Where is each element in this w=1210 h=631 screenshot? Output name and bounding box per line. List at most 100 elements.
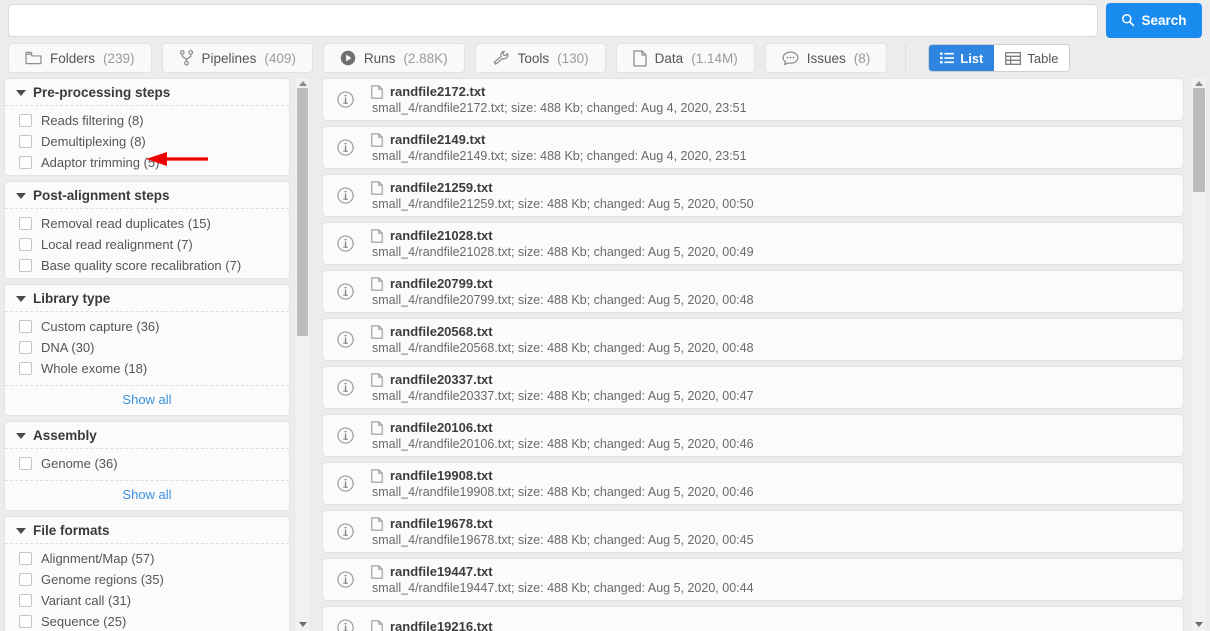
facet-options: Reads filtering (8) Demultiplexing (8) Ada… bbox=[5, 106, 289, 175]
facet-option[interactable]: Variant call (31) bbox=[5, 590, 289, 611]
info-icon[interactable] bbox=[323, 571, 367, 588]
list-item[interactable]: randfile20799.txt small_4/randfile20799.t… bbox=[322, 270, 1184, 313]
list-item[interactable]: randfile2172.txt small_4/randfile2172.txt… bbox=[322, 78, 1184, 121]
file-details: small_4/randfile19447.txt; size: 488 Kb;… bbox=[372, 581, 754, 595]
table-icon bbox=[1005, 51, 1022, 65]
sidebar-scroll-thumb[interactable] bbox=[297, 88, 308, 336]
facet-header-library-type[interactable]: Library type bbox=[5, 285, 289, 312]
search-button[interactable]: Search bbox=[1106, 2, 1202, 38]
results-scroll-up-icon[interactable] bbox=[1195, 81, 1203, 86]
facet-checkbox[interactable] bbox=[19, 573, 32, 586]
facet-header-pre-processing-steps[interactable]: Pre-processing steps bbox=[5, 79, 289, 106]
facet-option[interactable]: Reads filtering (8) bbox=[5, 110, 289, 131]
facet-header-assembly[interactable]: Assembly bbox=[5, 422, 289, 449]
facet-option[interactable]: Custom capture (36) bbox=[5, 316, 289, 337]
info-icon[interactable] bbox=[323, 523, 367, 540]
list-item[interactable]: randfile2149.txt small_4/randfile2149.txt… bbox=[322, 126, 1184, 169]
view-mode-list[interactable]: List bbox=[929, 45, 995, 71]
facet-option-label: Adaptor trimming (5) bbox=[41, 155, 160, 170]
facet-checkbox[interactable] bbox=[19, 341, 32, 354]
facet-checkbox[interactable] bbox=[19, 217, 32, 230]
facet-post-alignment-steps: Post-alignment steps Removal read duplica… bbox=[4, 181, 290, 279]
info-icon[interactable] bbox=[323, 91, 367, 108]
list-item[interactable]: randfile21259.txt small_4/randfile21259.t… bbox=[322, 174, 1184, 217]
tab-tools[interactable]: Tools (130) bbox=[474, 43, 606, 73]
list-item[interactable]: randfile21028.txt small_4/randfile21028.t… bbox=[322, 222, 1184, 265]
facet-checkbox[interactable] bbox=[19, 457, 32, 470]
facet-option[interactable]: Alignment/Map (57) bbox=[5, 548, 289, 569]
info-icon[interactable] bbox=[323, 619, 367, 631]
results-scrollbar[interactable] bbox=[1190, 78, 1206, 631]
tab-runs-count: (2.88K) bbox=[403, 50, 448, 66]
facet-show-all-link[interactable]: Show all bbox=[122, 487, 171, 502]
info-icon[interactable] bbox=[323, 283, 367, 300]
sidebar-scrollbar[interactable] bbox=[294, 78, 309, 631]
list-item[interactable]: randfile20106.txt small_4/randfile20106.t… bbox=[322, 414, 1184, 457]
tab-runs[interactable]: Runs (2.88K) bbox=[322, 43, 465, 73]
list-item[interactable]: randfile20337.txt small_4/randfile20337.t… bbox=[322, 366, 1184, 409]
facet-checkbox[interactable] bbox=[19, 615, 32, 628]
list-item-content: randfile21259.txt small_4/randfile21259.t… bbox=[367, 180, 1183, 211]
facet-checkbox[interactable] bbox=[19, 156, 32, 169]
tab-issues[interactable]: Issues (8) bbox=[764, 43, 888, 73]
facet-option[interactable]: Whole exome (18) bbox=[5, 358, 289, 379]
search-input[interactable] bbox=[8, 3, 1098, 37]
info-icon[interactable] bbox=[323, 475, 367, 492]
info-icon[interactable] bbox=[323, 331, 367, 348]
facet-option[interactable]: Demultiplexing (8) bbox=[5, 131, 289, 152]
facet-option[interactable]: Adaptor trimming (5) bbox=[5, 152, 289, 173]
facet-checkbox[interactable] bbox=[19, 135, 32, 148]
chevron-down-icon[interactable] bbox=[16, 527, 26, 534]
facet-checkbox[interactable] bbox=[19, 362, 32, 375]
info-icon[interactable] bbox=[323, 139, 367, 156]
facet-option[interactable]: Genome regions (35) bbox=[5, 569, 289, 590]
list-icon bbox=[940, 52, 955, 64]
sidebar-scroll-up-icon[interactable] bbox=[299, 81, 307, 86]
facet-title: Pre-processing steps bbox=[33, 85, 171, 100]
tab-folders[interactable]: Folders (239) bbox=[8, 43, 152, 73]
search-page: Search Folders (239) Pipelines (409) Run… bbox=[0, 0, 1210, 631]
list-item[interactable]: randfile20568.txt small_4/randfile20568.t… bbox=[322, 318, 1184, 361]
facet-checkbox[interactable] bbox=[19, 594, 32, 607]
info-icon[interactable] bbox=[323, 379, 367, 396]
facet-checkbox[interactable] bbox=[19, 320, 32, 333]
facet-show-all-wrap: Show all bbox=[5, 385, 289, 415]
list-item[interactable]: randfile19447.txt small_4/randfile19447.t… bbox=[322, 558, 1184, 601]
tab-data-label: Data bbox=[654, 50, 684, 66]
info-icon[interactable] bbox=[323, 235, 367, 252]
facet-option[interactable]: DNA (30) bbox=[5, 337, 289, 358]
facet-option[interactable]: Base quality score recalibration (7) bbox=[5, 255, 289, 276]
tab-data-count: (1.14M) bbox=[691, 50, 738, 66]
chevron-down-icon[interactable] bbox=[16, 295, 26, 302]
chevron-down-icon[interactable] bbox=[16, 432, 26, 439]
results-scroll-down-icon[interactable] bbox=[1195, 622, 1203, 627]
facet-option[interactable]: Local read realignment (7) bbox=[5, 234, 289, 255]
facet-option[interactable]: Removal read duplicates (15) bbox=[5, 213, 289, 234]
file-icon bbox=[371, 324, 383, 339]
sidebar-scroll-down-icon[interactable] bbox=[299, 622, 307, 627]
tab-data[interactable]: Data (1.14M) bbox=[615, 43, 755, 73]
facet-option[interactable]: Genome (36) bbox=[5, 453, 289, 474]
facet-header-post-alignment-steps[interactable]: Post-alignment steps bbox=[5, 182, 289, 209]
list-item-content: randfile20799.txt small_4/randfile20799.t… bbox=[367, 276, 1183, 307]
content-area: Pre-processing steps Reads filtering (8) D… bbox=[0, 76, 1210, 631]
results-scroll-thumb[interactable] bbox=[1193, 88, 1205, 192]
tab-pipelines[interactable]: Pipelines (409) bbox=[161, 43, 313, 73]
facet-checkbox[interactable] bbox=[19, 259, 32, 272]
list-item[interactable]: randfile19216.txt bbox=[322, 606, 1184, 631]
list-item[interactable]: randfile19908.txt small_4/randfile19908.t… bbox=[322, 462, 1184, 505]
list-item-title: randfile20337.txt bbox=[371, 372, 1183, 387]
chevron-down-icon[interactable] bbox=[16, 192, 26, 199]
facet-checkbox[interactable] bbox=[19, 552, 32, 565]
facet-option-label: Custom capture (36) bbox=[41, 319, 160, 334]
facet-header-file-formats[interactable]: File formats bbox=[5, 517, 289, 544]
facet-option[interactable]: Sequence (25) bbox=[5, 611, 289, 631]
list-item[interactable]: randfile19678.txt small_4/randfile19678.t… bbox=[322, 510, 1184, 553]
info-icon[interactable] bbox=[323, 427, 367, 444]
view-mode-table[interactable]: Table bbox=[994, 45, 1070, 71]
info-icon[interactable] bbox=[323, 187, 367, 204]
facet-checkbox[interactable] bbox=[19, 238, 32, 251]
facet-checkbox[interactable] bbox=[19, 114, 32, 127]
chevron-down-icon[interactable] bbox=[16, 89, 26, 96]
facet-show-all-link[interactable]: Show all bbox=[122, 392, 171, 407]
